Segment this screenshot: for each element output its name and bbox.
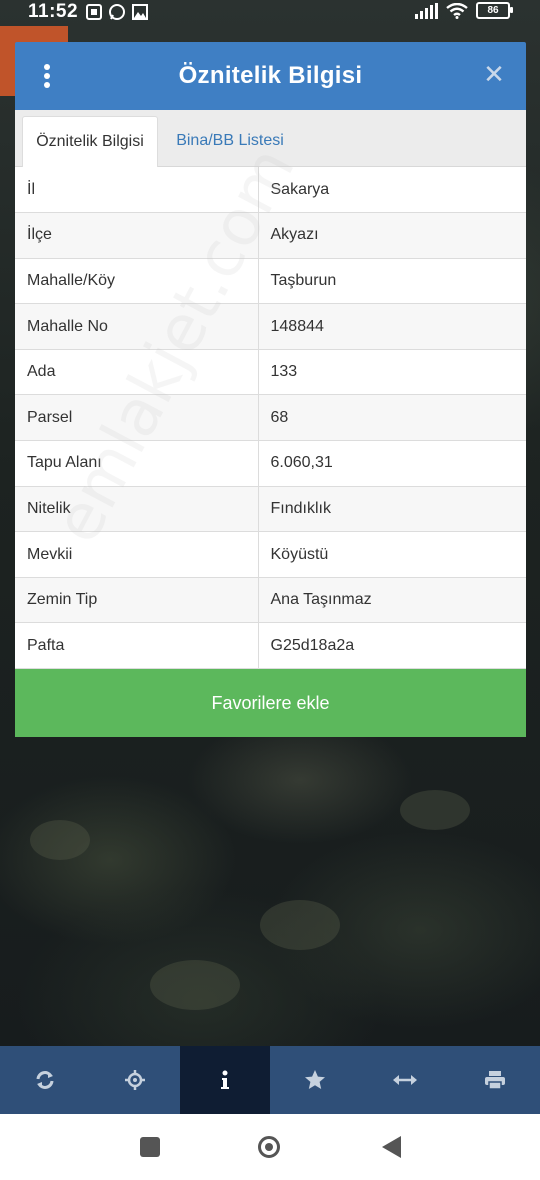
attr-value: 68 [258,394,526,442]
attr-key: Mevkii [15,531,259,578]
attr-key: Ada [15,349,259,396]
attr-value: G25d18a2a [258,622,526,670]
attr-value: Fındıklık [258,486,526,533]
print-button[interactable] [450,1046,540,1114]
refresh-button[interactable] [0,1046,90,1114]
favorites-button[interactable] [270,1046,360,1114]
attr-key: Zemin Tip [15,577,259,624]
star-icon [305,1070,325,1089]
dialog-header: Öznitelik Bilgisi ✕ [15,42,526,110]
map-texture [150,960,240,1010]
locate-button[interactable] [90,1046,180,1114]
table-row: Mahalle/Köy Taşburun [15,258,526,305]
square-icon [140,1137,160,1157]
measure-icon [393,1075,417,1085]
attr-key: İl [15,167,259,214]
attr-value: 133 [258,349,526,396]
locate-icon [125,1070,145,1090]
refresh-icon [36,1071,54,1089]
status-time: 11:52 [28,1,79,22]
attr-key: Tapu Alanı [15,440,259,487]
add-favorite-button[interactable]: Favorilere ekle [15,669,526,738]
attr-key: Nitelik [15,486,259,533]
table-row: Mevkii Köyüstü [15,531,526,578]
table-row: Parsel 68 [15,394,526,442]
back-button[interactable] [380,1134,406,1160]
table-row: Ada 133 [15,349,526,396]
gallery-icon [132,4,149,20]
menu-kebab-icon[interactable] [42,64,52,90]
attr-key: Parsel [15,394,259,442]
dialog-tabs: Öznitelik Bilgisi Bina/BB Listesi [15,110,526,167]
attr-value: 148844 [258,303,526,350]
table-row: İlçe Akyazı [15,212,526,259]
attr-value: Sakarya [258,167,526,214]
map-texture [30,820,90,860]
close-icon[interactable]: ✕ [478,58,510,90]
table-row: İl Sakarya [15,167,526,214]
info-button[interactable] [180,1046,270,1114]
recents-button[interactable] [137,1134,163,1160]
attr-value: Taşburun [258,258,526,305]
info-icon [221,1070,229,1089]
attr-value: 6.060,31 [258,440,526,487]
home-circle-icon [258,1136,280,1158]
bottom-toolbar [0,1046,540,1114]
map-texture [400,790,470,830]
attr-key: Mahalle/Köy [15,258,259,305]
tab-attribute-info[interactable]: Öznitelik Bilgisi [22,116,158,167]
table-row: Zemin Tip Ana Taşınmaz [15,577,526,624]
measure-button[interactable] [360,1046,450,1114]
attribute-table: İl Sakarya İlçe Akyazı Mahalle/Köy Taşburun… [15,167,526,670]
table-row: Pafta G25d18a2a [15,622,526,670]
attr-key: Pafta [15,622,259,670]
attr-key: Mahalle No [15,303,259,350]
sim-icon [86,4,103,20]
attr-value: Akyazı [258,212,526,259]
map-texture [260,900,340,950]
attribute-dialog: Öznitelik Bilgisi ✕ Öznitelik Bilgisi Bi… [15,42,526,738]
print-icon [485,1071,505,1090]
table-row: Tapu Alanı 6.060,31 [15,440,526,487]
signal-icon [415,2,438,19]
back-triangle-icon [382,1136,401,1158]
battery-level: 86 [487,5,499,16]
dialog-title: Öznitelik Bilgisi [178,62,363,89]
battery-icon: 86 [476,2,513,19]
tab-building-list[interactable]: Bina/BB Listesi [165,116,295,166]
whatsapp-icon [109,4,126,20]
attr-value: Köyüstü [258,531,526,578]
attr-value: Ana Taşınmaz [258,577,526,624]
attr-key: İlçe [15,212,259,259]
table-row: Mahalle No 148844 [15,303,526,350]
home-button[interactable] [256,1134,282,1160]
wifi-icon [446,2,468,19]
status-bar: 11:52 86 [0,0,540,24]
table-row: Nitelik Fındıklık [15,486,526,533]
system-nav-bar [0,1114,540,1180]
